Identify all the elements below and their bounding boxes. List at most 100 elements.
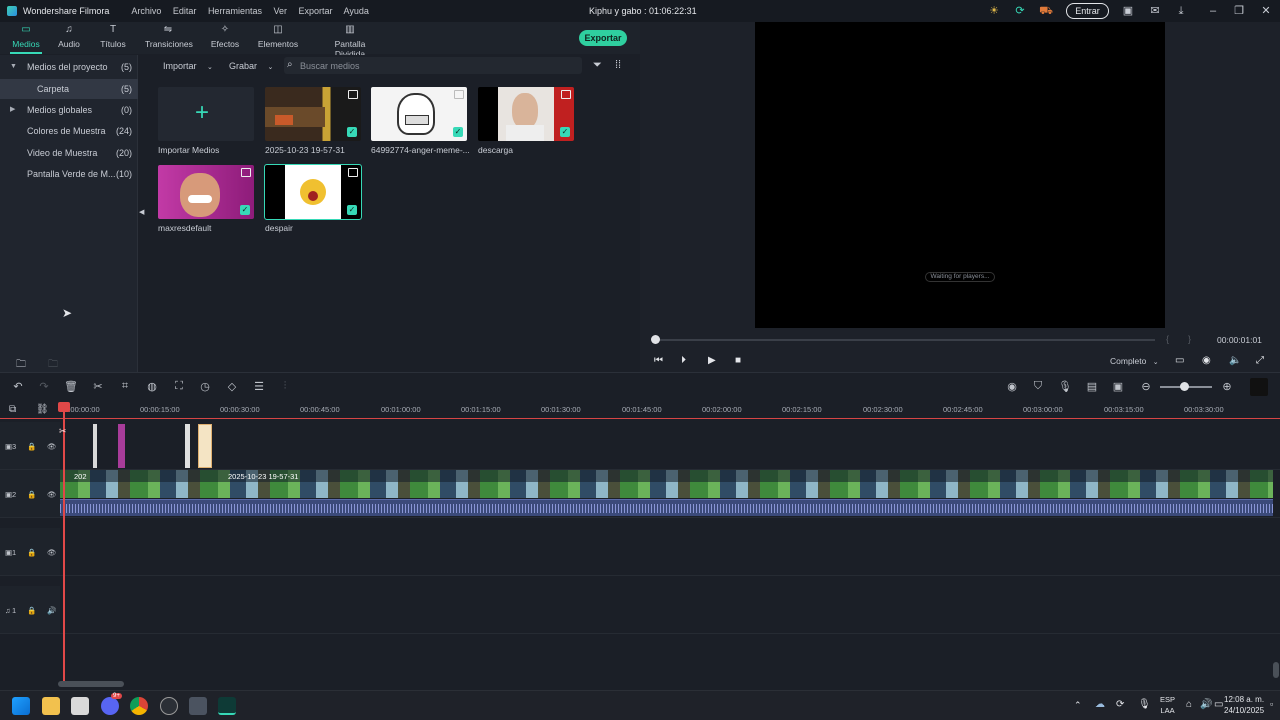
adjust-icon[interactable]: ☰	[252, 380, 266, 393]
playhead-handle[interactable]	[58, 402, 70, 412]
playhead[interactable]	[63, 402, 65, 684]
file-explorer-icon[interactable]	[42, 697, 60, 715]
progress-handle[interactable]	[651, 335, 660, 344]
cloud-icon[interactable]: ☁	[1095, 699, 1105, 710]
delete-icon[interactable]: 🗑	[64, 380, 78, 393]
audio-waveform[interactable]	[60, 499, 1273, 516]
track-lane[interactable]	[60, 422, 1280, 470]
zoom-in-icon[interactable]: ⊕	[1220, 380, 1234, 393]
export-button[interactable]: Exportar	[579, 30, 627, 46]
tab-transiciones[interactable]: ⇋ Transiciones	[145, 24, 193, 49]
add-track-icon[interactable]: ⧉	[9, 404, 16, 415]
volume-icon[interactable]: 🔈	[1229, 355, 1241, 366]
monitor-icon[interactable]: ▭	[1175, 355, 1184, 366]
play-icon[interactable]: ▶	[708, 355, 716, 366]
timeline-scrollbar[interactable]	[58, 681, 124, 687]
grid-view-icon[interactable]: ⁞⁞	[615, 59, 621, 71]
speaker-icon[interactable]: 🔊	[47, 606, 56, 615]
snap-icon[interactable]: ▣	[1111, 380, 1125, 393]
image-clip[interactable]	[93, 424, 97, 468]
chevron-up-icon[interactable]: ⌃	[1074, 700, 1082, 711]
track-lane[interactable]	[60, 528, 1280, 576]
settings-icon[interactable]	[189, 697, 207, 715]
expand-right-icon[interactable]: ▶	[10, 100, 15, 120]
redo-icon[interactable]: ↷	[37, 380, 51, 393]
keyframe-icon[interactable]: ◇	[225, 380, 239, 393]
panel-toggle-icon[interactable]	[1250, 378, 1268, 396]
crop-icon[interactable]: ⌗	[118, 380, 132, 393]
eye-icon[interactable]: 👁	[47, 548, 57, 557]
library-item-folder[interactable]: Carpeta (5)	[0, 79, 138, 99]
record-dropdown[interactable]: Grabar ⌄	[229, 59, 273, 73]
library-item-sample-video[interactable]: Video de Muestra (20)	[0, 143, 138, 163]
steam-icon[interactable]	[160, 697, 178, 715]
close-icon[interactable]: ✕	[1259, 4, 1273, 18]
eye-icon[interactable]: 👁	[47, 442, 57, 451]
download-icon[interactable]: ⤓	[1174, 4, 1188, 18]
link-icon[interactable]: ⛓	[36, 404, 49, 415]
zoom-out-icon[interactable]: ⊖	[1139, 380, 1153, 393]
vertical-scrollbar[interactable]	[1273, 662, 1279, 678]
lock-icon[interactable]: 🔒	[27, 606, 36, 615]
search-input[interactable]: Buscar medios	[300, 61, 360, 71]
image-clip[interactable]	[118, 424, 125, 468]
tab-elementos[interactable]: ◫ Elementos	[257, 24, 299, 49]
undo-icon[interactable]: ↶	[11, 380, 25, 393]
lock-icon[interactable]: 🔒	[27, 548, 36, 557]
quality-dropdown[interactable]: Completo ⌄	[1110, 356, 1159, 366]
tab-pantalla-dividida[interactable]: ▥ Pantalla Dividida	[319, 24, 381, 59]
previous-frame-icon[interactable]: ⏮	[654, 355, 663, 366]
scissors-icon[interactable]: ✂	[59, 426, 67, 437]
menu-herramientas[interactable]: Herramientas	[208, 6, 262, 16]
discord-icon[interactable]: 9+	[101, 693, 122, 715]
zoom-slider-handle[interactable]	[1180, 382, 1189, 391]
tab-medios[interactable]: ▭ Medios	[10, 24, 42, 54]
menu-ver[interactable]: Ver	[273, 6, 287, 16]
login-button[interactable]: Entrar	[1066, 3, 1109, 19]
collapse-panel-icon[interactable]: ◀	[139, 208, 144, 216]
fullscreen-icon[interactable]: ⤢	[1256, 355, 1264, 366]
filter-icon[interactable]: ⏷	[593, 59, 602, 72]
tab-titulos[interactable]: T Títulos	[99, 24, 127, 49]
menu-archivo[interactable]: Archivo	[131, 6, 161, 16]
search-box[interactable]: ⌕ Buscar medios	[284, 57, 582, 74]
menu-editar[interactable]: Editar	[173, 6, 197, 16]
lock-icon[interactable]: 🔒	[27, 490, 36, 499]
color-icon[interactable]: ◍	[145, 380, 159, 393]
eye-icon[interactable]: 👁	[47, 490, 57, 499]
volume-tray-icon[interactable]: 🔊	[1200, 699, 1212, 710]
play-frame-icon[interactable]: ⏵	[681, 355, 686, 366]
lock-icon[interactable]: 🔒	[27, 442, 36, 451]
save-icon[interactable]: ▣	[1121, 4, 1135, 18]
menu-exportar[interactable]: Exportar	[299, 6, 333, 16]
mark-in-icon[interactable]: {	[1166, 334, 1169, 344]
cut-icon[interactable]: ✂	[91, 380, 105, 393]
track-lane[interactable]	[60, 586, 1280, 634]
maximize-icon[interactable]: ❐	[1232, 4, 1246, 18]
speed-icon[interactable]: ◷	[198, 380, 212, 393]
bulb-icon[interactable]: ☀	[987, 4, 1001, 18]
minimize-icon[interactable]: –	[1206, 4, 1220, 18]
mail-icon[interactable]: ✉	[1148, 4, 1162, 18]
marker-icon[interactable]: ⛉	[1031, 380, 1045, 393]
library-item-project-media[interactable]: ▼ Medios del proyecto (5)	[0, 57, 138, 77]
import-dropdown[interactable]: Importar ⌄	[163, 59, 213, 73]
battery-icon[interactable]: ▭	[1214, 699, 1223, 710]
library-item-global-media[interactable]: ▶ Medios globales (0)	[0, 100, 138, 120]
audio-wave-icon[interactable]: ⫶	[278, 380, 292, 393]
windows-start-icon[interactable]	[12, 697, 30, 715]
microphone-icon[interactable]: 🎙	[1058, 380, 1072, 393]
sync-icon[interactable]: ⟳	[1013, 4, 1027, 18]
filmora-taskbar-icon[interactable]	[218, 697, 236, 715]
library-item-sample-colors[interactable]: Colores de Muestra (24)	[0, 121, 138, 141]
notification-icon[interactable]: ▫	[1270, 699, 1273, 709]
expand-down-icon[interactable]: ▼	[10, 57, 17, 77]
library-item-green-screen[interactable]: Pantalla Verde de M... (10)	[0, 164, 138, 184]
system-clock[interactable]: 12:08 a. m. 24/10/2025	[1224, 694, 1264, 716]
image-clip[interactable]	[198, 424, 212, 468]
image-clip[interactable]	[185, 424, 190, 468]
preview-progress-bar[interactable]	[655, 339, 1155, 341]
cart-icon[interactable]: ⛟	[1039, 4, 1053, 18]
network-icon[interactable]: ⌂	[1186, 699, 1192, 710]
stop-icon[interactable]: ■	[735, 355, 741, 366]
